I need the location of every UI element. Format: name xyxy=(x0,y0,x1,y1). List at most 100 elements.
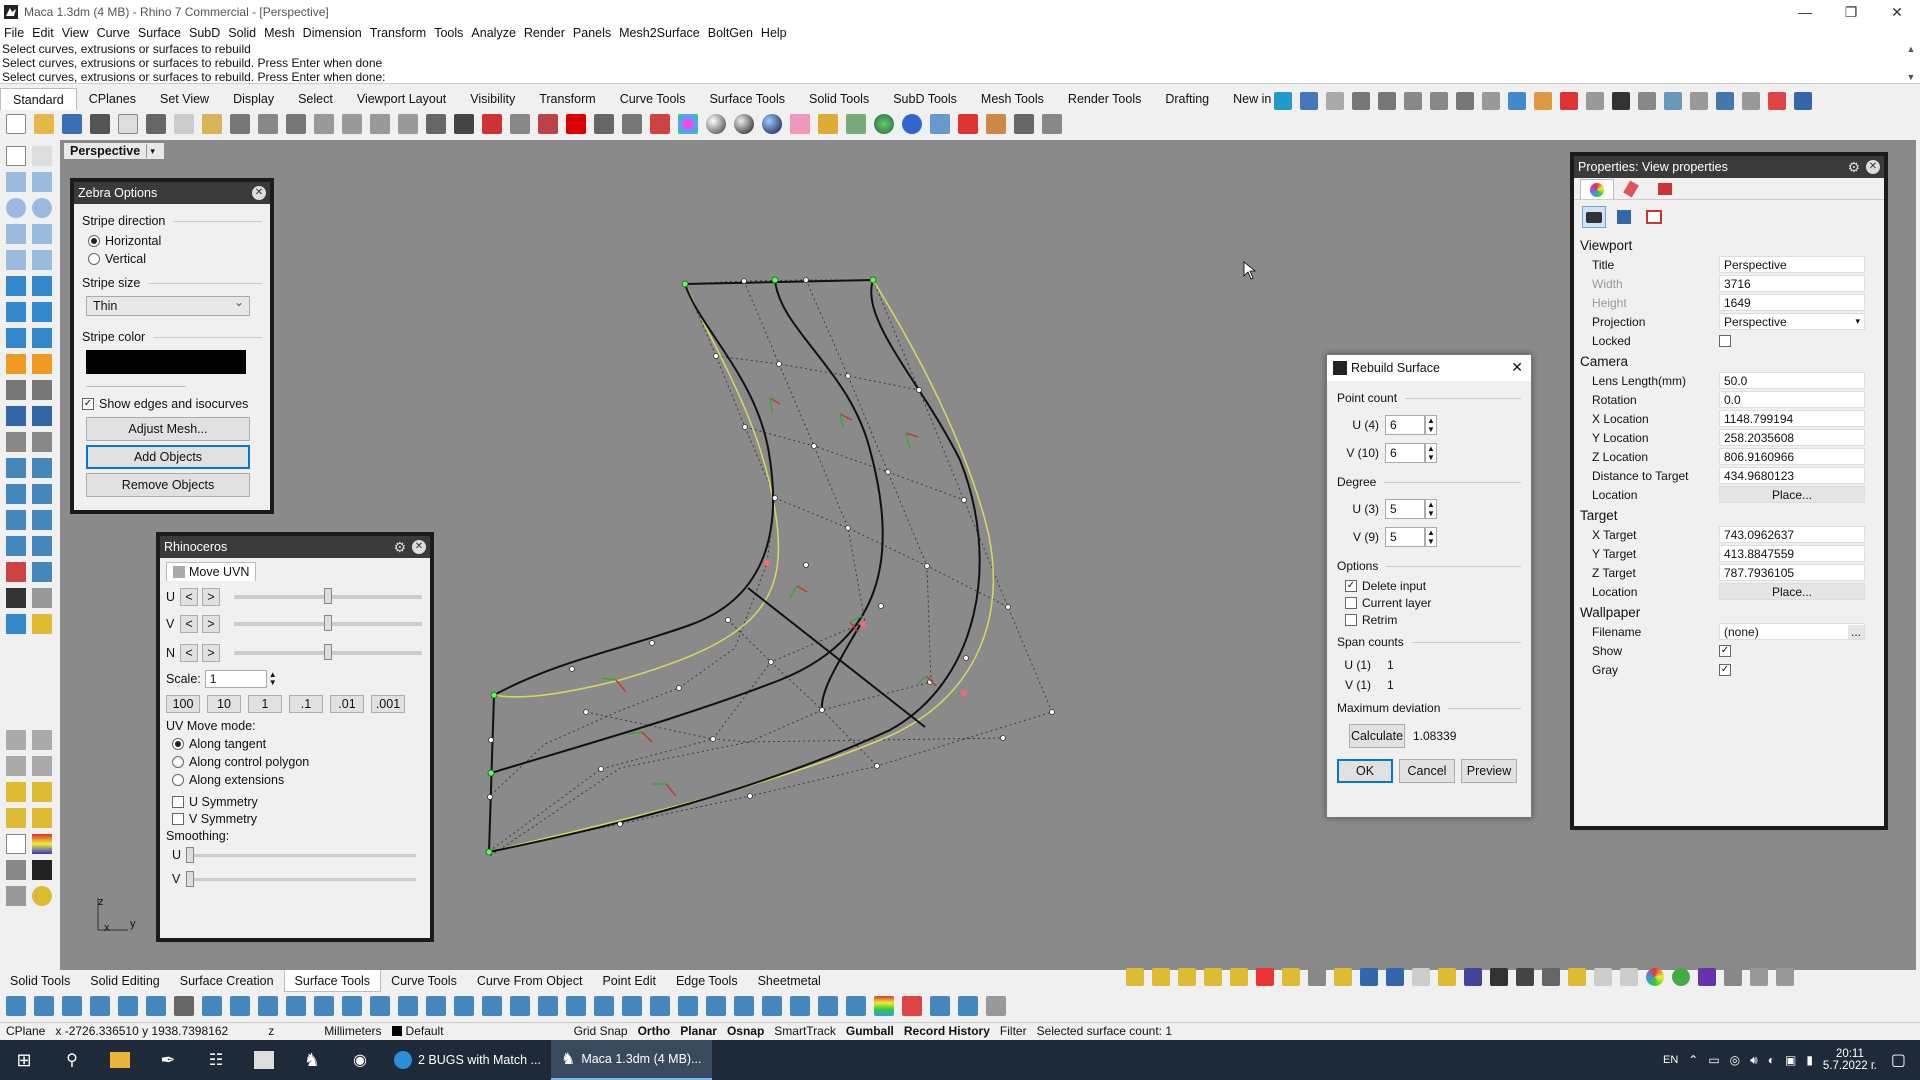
mirror-icon[interactable] xyxy=(32,510,52,530)
step-0.001-button[interactable]: .001 xyxy=(371,695,405,713)
wifi-icon[interactable]: ◐ xyxy=(1768,1053,1775,1067)
tail-icon-16[interactable] xyxy=(1516,968,1534,986)
tab-sheetmetal[interactable]: Sheetmetal xyxy=(748,970,831,992)
scroll-down-icon[interactable]: ▼ xyxy=(1907,72,1916,82)
cplane-icon[interactable] xyxy=(482,114,502,134)
mesh-icon[interactable] xyxy=(32,328,52,348)
tab-curve-tools[interactable]: Curve Tools xyxy=(608,88,698,110)
u-count-spinner[interactable]: ▲ ▼ xyxy=(1425,415,1437,435)
move-uvn-tab[interactable]: Move UVN xyxy=(166,562,257,581)
webcam-icon[interactable]: ◎ xyxy=(1730,1053,1740,1067)
array-icon[interactable] xyxy=(6,458,26,478)
v-slider[interactable] xyxy=(234,615,422,631)
locked-checkbox[interactable] xyxy=(1719,334,1736,347)
u-degree-spinner[interactable]: ▲ ▼ xyxy=(1425,499,1437,519)
scale-tool-icon[interactable] xyxy=(6,510,26,530)
z-target-input[interactable]: 787.7936105 xyxy=(1719,564,1865,581)
tab-curve-from-object[interactable]: Curve From Object xyxy=(467,970,593,992)
battery-icon[interactable]: ▮ xyxy=(1806,1053,1813,1067)
tail-icon-4[interactable] xyxy=(1204,968,1222,986)
menu-file[interactable]: File xyxy=(4,26,24,40)
close-icon[interactable]: ✕ xyxy=(252,186,266,200)
tail-icon-9[interactable] xyxy=(1334,968,1352,986)
tail-icon-3[interactable] xyxy=(1178,968,1196,986)
add-objects-button[interactable]: Add Objects xyxy=(86,445,250,469)
tab-curve-tools-bottom[interactable]: Curve Tools xyxy=(381,970,467,992)
menu-curve[interactable]: Curve xyxy=(97,26,130,40)
pan-icon[interactable] xyxy=(258,114,278,134)
tab-viewport-layout[interactable]: Viewport Layout xyxy=(345,88,458,110)
boolean-icon[interactable] xyxy=(6,354,26,374)
step-0.1-button[interactable]: .1 xyxy=(289,695,323,713)
zoom-window-icon[interactable] xyxy=(342,114,362,134)
status-record-history[interactable]: Record History xyxy=(904,1024,990,1038)
monitor-icon[interactable] xyxy=(1794,92,1812,110)
language-indicator[interactable]: EN xyxy=(1663,1054,1678,1066)
eye-app-button[interactable]: ◉ xyxy=(336,1040,384,1080)
delete-input-checkbox[interactable]: ✓ Delete input xyxy=(1345,579,1521,593)
n-increase-button[interactable]: > xyxy=(202,644,220,662)
copy-icon[interactable] xyxy=(174,114,194,134)
ok-button[interactable]: OK xyxy=(1337,759,1393,783)
along-control-polygon-radio[interactable]: Along control polygon xyxy=(172,755,424,769)
check-surface-icon[interactable] xyxy=(790,996,810,1016)
show-edges-checkbox[interactable]: ✓ Show edges and isocurves xyxy=(82,397,262,411)
u-degree-input[interactable]: 5 xyxy=(1385,499,1425,519)
n-slider-thumb[interactable] xyxy=(324,644,332,660)
v-degree-spinner[interactable]: ▲ ▼ xyxy=(1425,527,1437,547)
filename-input[interactable]: (none)... xyxy=(1719,623,1865,640)
drill-icon[interactable] xyxy=(1690,92,1708,110)
tab-render-tools[interactable]: Render Tools xyxy=(1056,88,1153,110)
extend-surface-icon[interactable] xyxy=(90,996,110,1016)
smoothing-u-slider[interactable] xyxy=(186,846,416,863)
tail-icon-12[interactable] xyxy=(1412,968,1430,986)
n-decrease-button[interactable]: < xyxy=(180,644,198,662)
paste-icon[interactable] xyxy=(202,114,222,134)
explode-tool-icon[interactable] xyxy=(32,354,52,374)
tab-solid-editing[interactable]: Solid Editing xyxy=(80,970,170,992)
refit-icon[interactable] xyxy=(314,996,334,1016)
status-gumball[interactable]: Gumball xyxy=(846,1024,894,1038)
zoom-selected-icon[interactable] xyxy=(398,114,418,134)
projection-select[interactable]: Perspective ▾ xyxy=(1719,313,1865,330)
lens-input[interactable]: 50.0 xyxy=(1719,372,1865,389)
osnap-icon[interactable] xyxy=(32,730,52,750)
box-edit-icon[interactable] xyxy=(902,996,922,1016)
status-filter[interactable]: Filter xyxy=(1000,1024,1027,1038)
symmetry-icon[interactable] xyxy=(370,996,390,1016)
edit-icon[interactable] xyxy=(1586,92,1604,110)
rhino-pinned-button[interactable]: ♞ xyxy=(288,1040,336,1080)
scale-input[interactable]: 1 xyxy=(204,670,267,688)
twist-icon[interactable] xyxy=(454,996,474,1016)
fillet-surface-icon[interactable] xyxy=(6,996,26,1016)
smoothing-v-slider[interactable] xyxy=(186,870,416,887)
adjust-mesh-button[interactable]: Adjust Mesh... xyxy=(86,417,250,441)
menu-edit[interactable]: Edit xyxy=(32,26,54,40)
taper-icon[interactable] xyxy=(482,996,502,1016)
smash-icon[interactable] xyxy=(566,996,586,1016)
box-solid-icon[interactable] xyxy=(6,302,26,322)
tail-icon-1[interactable] xyxy=(1126,968,1144,986)
new-file-icon[interactable] xyxy=(6,114,26,134)
menu-dimension[interactable]: Dimension xyxy=(303,26,362,40)
tail-icon-2[interactable] xyxy=(1152,968,1170,986)
settings-app-button[interactable]: ☷ xyxy=(192,1040,240,1080)
remove-objects-button[interactable]: Remove Objects xyxy=(86,473,250,497)
rebuild-icon[interactable] xyxy=(6,860,26,880)
chevron-up-icon[interactable]: ⌃ xyxy=(1688,1053,1698,1067)
tab-mesh-tools[interactable]: Mesh Tools xyxy=(969,88,1056,110)
page-icon[interactable] xyxy=(118,114,138,134)
v-symmetry-checkbox[interactable]: V Symmetry xyxy=(172,812,424,826)
tail-icon-20[interactable] xyxy=(1620,968,1638,986)
show-checkbox[interactable]: ✓ xyxy=(1719,644,1736,657)
tab-solid-tools-bottom[interactable]: Solid Tools xyxy=(0,970,80,992)
select-arrow-icon[interactable] xyxy=(6,146,26,166)
rotate-view-icon[interactable] xyxy=(286,114,306,134)
fillet-icon[interactable] xyxy=(6,432,26,452)
status-smarttrack[interactable]: SmartTrack xyxy=(774,1024,836,1038)
snap-icon[interactable] xyxy=(6,730,26,750)
vehicle-icon[interactable] xyxy=(1508,92,1526,110)
status-units[interactable]: Millimeters xyxy=(324,1024,381,1038)
gear-icon[interactable]: ⚙ xyxy=(1847,159,1860,176)
u-increase-button[interactable]: > xyxy=(202,588,220,606)
